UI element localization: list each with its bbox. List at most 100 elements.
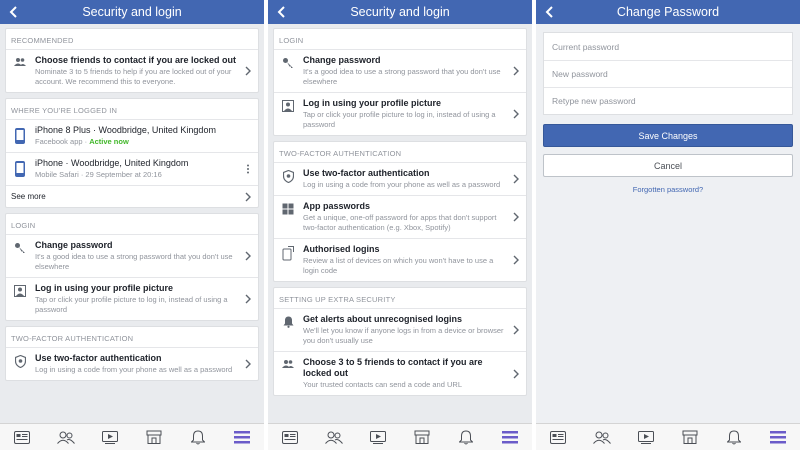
- friends-icon: [57, 431, 75, 444]
- row-title: Change password: [303, 55, 381, 65]
- section-label: LOGIN: [279, 36, 304, 45]
- change-password-row[interactable]: Change password It's a good idea to use …: [274, 49, 526, 92]
- device-name: iPhone 8 Plus · Woodbridge, United Kingd…: [35, 125, 216, 135]
- two-factor-row[interactable]: Use two-factor authentication Log in usi…: [6, 347, 258, 380]
- chevron-right-icon: [245, 359, 251, 369]
- settings-list: LOGIN Change password It's a good idea t…: [268, 24, 532, 423]
- row-title: Use two-factor authentication: [303, 168, 430, 178]
- row-title: Use two-factor authentication: [35, 353, 162, 363]
- new-password-field[interactable]: [544, 60, 792, 87]
- back-button[interactable]: [274, 3, 288, 21]
- two-factor-card: TWO-FACTOR AUTHENTICATION Use two-factor…: [5, 326, 259, 381]
- back-arrow-icon: [545, 6, 553, 18]
- more-options-icon[interactable]: [244, 164, 252, 174]
- shield-icon: [14, 355, 26, 368]
- marketplace-icon: [414, 430, 430, 444]
- news-feed-icon: [282, 430, 298, 444]
- row-desc: Tap or click your profile picture to log…: [303, 110, 496, 129]
- login-alerts-row[interactable]: Get alerts about unrecognised logins We'…: [274, 308, 526, 351]
- screens: Security and login RECOMMENDED Choose fr…: [0, 0, 800, 450]
- tab-menu[interactable]: [768, 428, 788, 446]
- row-desc: Log in using a code from your phone as w…: [303, 180, 501, 189]
- authorised-logins-icon: [282, 246, 294, 261]
- tab-friends[interactable]: [592, 428, 612, 446]
- tab-watch[interactable]: [100, 428, 120, 446]
- phone-icon: [15, 128, 25, 144]
- row-desc: We'll let you know if anyone logs in fro…: [303, 326, 504, 345]
- tab-bar: [0, 423, 264, 450]
- page-title: Security and login: [350, 5, 450, 19]
- key-icon: [15, 243, 25, 253]
- profile-picture-login-row[interactable]: Log in using your profile picture Tap or…: [274, 92, 526, 135]
- current-password-input[interactable]: [552, 41, 784, 52]
- menu-icon: [502, 430, 518, 443]
- current-password-field[interactable]: [544, 33, 792, 60]
- chevron-right-icon: [513, 174, 519, 184]
- two-factor-row[interactable]: Use two-factor authentication Log in usi…: [274, 162, 526, 195]
- bell-icon: [727, 429, 741, 444]
- row-desc: Review a list of devices on which you wo…: [303, 256, 494, 275]
- row-desc: Nominate 3 to 5 friends to help if you a…: [35, 67, 232, 86]
- chevron-right-icon: [513, 212, 519, 222]
- app-passwords-row[interactable]: App passwords Get a unique, one-off pass…: [274, 195, 526, 238]
- retype-password-field[interactable]: [544, 87, 792, 114]
- cancel-button[interactable]: Cancel: [543, 154, 793, 177]
- tab-news-feed[interactable]: [280, 428, 300, 446]
- tab-notifications[interactable]: [188, 428, 208, 446]
- retype-password-input[interactable]: [552, 96, 784, 106]
- profile-picture-login-row[interactable]: Log in using your profile picture Tap or…: [6, 277, 258, 320]
- row-title: Choose 3 to 5 friends to contact if you …: [303, 357, 483, 378]
- section-label: TWO-FACTOR AUTHENTICATION: [279, 149, 402, 158]
- trusted-contacts-row[interactable]: Choose friends to contact if you are loc…: [6, 49, 258, 92]
- chevron-right-icon: [245, 294, 251, 304]
- news-feed-icon: [14, 430, 30, 444]
- active-status: Active now: [89, 137, 129, 146]
- bell-icon: [191, 429, 205, 444]
- see-more-link[interactable]: See more: [11, 192, 46, 202]
- tab-notifications[interactable]: [724, 428, 744, 446]
- authorised-logins-row[interactable]: Authorised logins Review a list of devic…: [274, 238, 526, 281]
- friends-icon: [282, 360, 294, 368]
- back-arrow-icon: [9, 6, 17, 18]
- back-button[interactable]: [542, 3, 556, 21]
- tab-menu[interactable]: [500, 428, 520, 446]
- tab-news-feed[interactable]: [12, 428, 32, 446]
- device-sub: Facebook app ·: [35, 137, 90, 146]
- tab-marketplace[interactable]: [680, 428, 700, 446]
- news-feed-icon: [550, 430, 566, 444]
- row-title: Change password: [35, 240, 113, 250]
- trusted-contacts-row[interactable]: Choose 3 to 5 friends to contact if you …: [274, 351, 526, 395]
- tab-menu[interactable]: [232, 428, 252, 446]
- page-title: Change Password: [616, 5, 720, 19]
- page-title: Security and login: [82, 5, 182, 19]
- two-factor-card: TWO-FACTOR AUTHENTICATION Use two-factor…: [273, 141, 527, 282]
- tab-notifications[interactable]: [456, 428, 476, 446]
- row-desc: Tap or click your profile picture to log…: [35, 295, 228, 314]
- see-more-row[interactable]: See more: [6, 185, 258, 207]
- tab-marketplace[interactable]: [412, 428, 432, 446]
- tab-news-feed[interactable]: [548, 428, 568, 446]
- forgotten-password-link[interactable]: Forgotten password?: [543, 185, 793, 194]
- device-row[interactable]: iPhone · Woodbridge, United Kingdom Mobi…: [6, 152, 258, 185]
- chevron-right-icon: [245, 192, 251, 201]
- change-password-row[interactable]: Change password It's a good idea to use …: [6, 234, 258, 277]
- login-card: LOGIN Change password It's a good idea t…: [273, 28, 527, 136]
- row-title: Log in using your profile picture: [303, 98, 442, 108]
- save-changes-button[interactable]: Save Changes: [543, 124, 793, 147]
- section-label: SETTING UP EXTRA SECURITY: [279, 295, 396, 304]
- tab-friends[interactable]: [56, 428, 76, 446]
- new-password-input[interactable]: [552, 69, 784, 79]
- back-button[interactable]: [6, 3, 20, 21]
- recommended-card: RECOMMENDED Choose friends to contact if…: [5, 28, 259, 93]
- change-password-screen: Change Password Save Changes Cancel Forg…: [536, 0, 800, 450]
- tab-friends[interactable]: [324, 428, 344, 446]
- phone-icon: [15, 161, 25, 177]
- row-title: App passwords: [303, 201, 371, 211]
- tab-watch[interactable]: [368, 428, 388, 446]
- friends-icon: [325, 431, 343, 444]
- shield-icon: [282, 170, 294, 183]
- security-login-screen: Security and login RECOMMENDED Choose fr…: [0, 0, 264, 450]
- tab-watch[interactable]: [636, 428, 656, 446]
- device-row[interactable]: iPhone 8 Plus · Woodbridge, United Kingd…: [6, 119, 258, 152]
- tab-marketplace[interactable]: [144, 428, 164, 446]
